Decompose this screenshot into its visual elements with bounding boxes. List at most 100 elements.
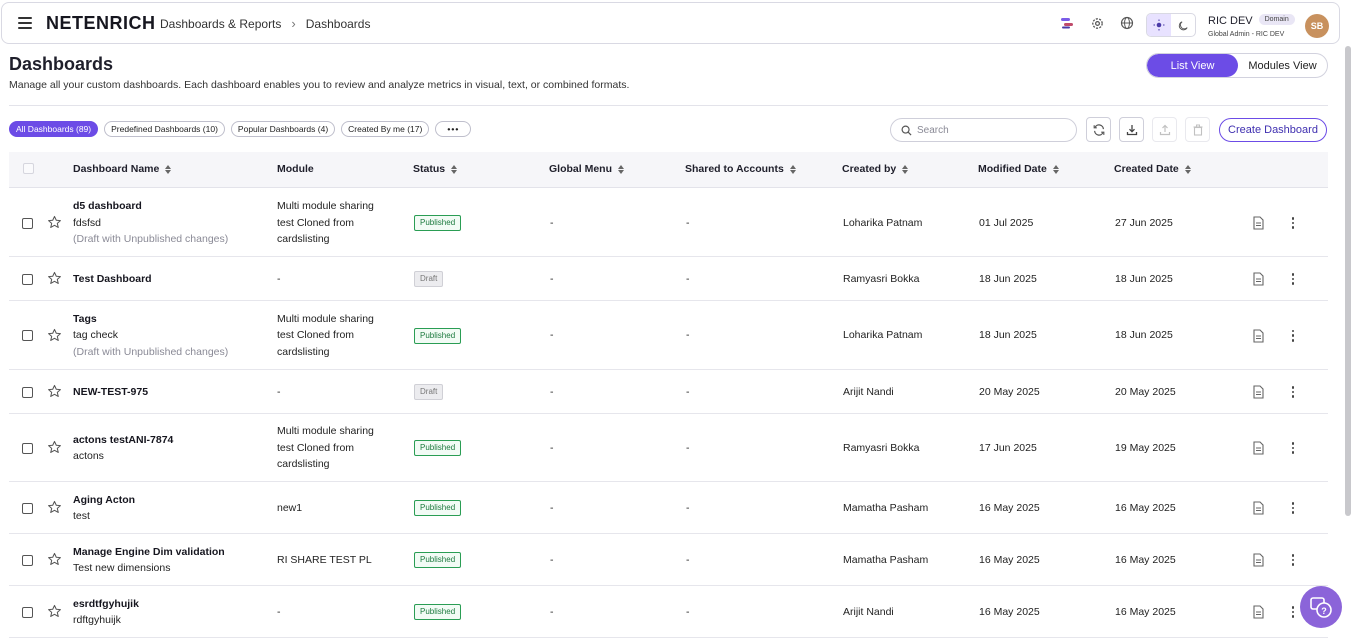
row-checkbox[interactable] [22,273,33,285]
document-icon[interactable] [1252,605,1266,619]
dashboard-name-link[interactable]: d5 dashboard [73,198,228,215]
select-all-checkbox[interactable] [23,163,34,174]
column-modified-date[interactable]: Modified Date [978,163,1059,175]
delete-button[interactable] [1185,117,1210,142]
draft-note: (Draft with Unpublished changes) [73,345,229,358]
row-checkbox[interactable] [22,386,33,398]
column-created-date[interactable]: Created Date [1114,163,1191,175]
sort-icon[interactable] [902,164,909,174]
theme-toggle[interactable] [1146,13,1196,37]
avatar[interactable]: SB [1305,14,1329,38]
column-created-by[interactable]: Created by [842,163,909,175]
dashboard-name-link[interactable]: Tags [73,311,228,328]
created-date-cell: 20 May 2025 [1115,385,1176,398]
dashboard-name-link[interactable]: Test Dashboard [73,271,152,288]
modules-view-button[interactable]: Modules View [1238,54,1327,77]
sort-icon[interactable] [1052,164,1059,174]
star-icon[interactable] [47,552,62,567]
download-button[interactable] [1119,117,1144,142]
row-checkbox[interactable] [22,330,33,341]
dashboard-description: fdsfsd [73,216,102,229]
module-line: Multi module sharing [277,200,374,213]
more-actions-icon[interactable] [1290,329,1296,343]
sort-icon[interactable] [789,164,796,174]
share-button[interactable] [1152,117,1177,142]
refresh-button[interactable] [1086,117,1111,142]
sort-icon[interactable] [451,164,458,174]
document-icon[interactable] [1252,272,1266,286]
status-badge: Published [414,440,462,456]
document-icon[interactable] [1252,328,1266,343]
star-icon[interactable] [47,440,62,455]
document-icon[interactable] [1252,385,1266,399]
menu-icon[interactable] [18,17,32,29]
user-info[interactable]: RIC DEV Domain Global Admin - RIC DEV [1208,11,1295,38]
shared-accounts-cell: - [686,553,690,566]
row-checkbox[interactable] [22,606,33,618]
module-cell: Multi module sharing test Cloned from card… [277,423,374,473]
sort-icon[interactable] [1184,164,1191,174]
modified-date-cell: 18 Jun 2025 [979,329,1037,342]
column-status[interactable]: Status [413,163,458,175]
row-checkbox[interactable] [22,554,33,566]
chip-popular-dashboards[interactable]: Popular Dashboards (4) [230,121,336,137]
more-actions-icon[interactable] [1290,605,1296,619]
dashboard-name-link[interactable]: Manage Engine Dim validation [73,544,225,561]
dashboard-name-link[interactable]: actons testANI-7874 [73,432,173,449]
created-by-cell: Ramyasri Bokka [843,441,920,454]
document-icon[interactable] [1252,441,1266,455]
dashboard-name-cell: Aging Acton test [73,492,135,525]
star-icon[interactable] [47,604,62,619]
gear-icon[interactable] [1089,15,1105,31]
chevron-right-icon: › [291,16,296,31]
document-icon[interactable] [1252,553,1266,567]
divider [9,105,1328,106]
globe-icon[interactable] [1119,15,1135,31]
star-icon[interactable] [47,384,62,399]
moon-icon[interactable] [1171,14,1195,36]
more-actions-icon[interactable] [1290,216,1296,230]
list-view-button[interactable]: List View [1147,54,1238,77]
chip-all-dashboards[interactable]: All Dashboards (89) [9,121,99,137]
module-cell: - [277,384,281,401]
column-global-menu[interactable]: Global Menu [549,163,624,175]
dashboard-name-link[interactable]: esrdtfgyhujik [73,596,139,613]
row-checkbox[interactable] [22,442,33,454]
more-chips-button[interactable]: ••• [435,121,472,137]
star-icon[interactable] [47,328,62,343]
page-subtitle: Manage all your custom dashboards. Each … [9,79,630,91]
chip-created-by-me[interactable]: Created By me (17) [341,121,430,137]
more-actions-icon[interactable] [1290,272,1296,286]
star-icon[interactable] [47,271,62,286]
draft-note: (Draft with Unpublished changes) [73,233,229,246]
breadcrumb-dashboards: Dashboards [305,16,371,31]
scrollbar[interactable] [1345,46,1351,516]
dashboard-name-cell: actons testANI-7874 actons [73,432,173,465]
dashboard-description: actons [73,450,104,462]
sun-icon[interactable] [1147,14,1171,36]
chip-predefined-dashboards[interactable]: Predefined Dashboards (10) [104,121,225,137]
more-actions-icon[interactable] [1290,441,1296,455]
dashboard-name-link[interactable]: Aging Acton [73,492,135,509]
create-dashboard-button[interactable]: Create Dashboard [1219,118,1327,142]
sort-icon[interactable] [165,164,172,174]
sort-icon[interactable] [618,164,624,174]
dashboard-name-link[interactable]: NEW-TEST-975 [73,384,148,401]
document-icon[interactable] [1252,216,1266,230]
star-icon[interactable] [47,500,62,515]
search-input[interactable] [917,124,1067,136]
row-checkbox[interactable] [22,217,33,229]
column-shared-to-accounts[interactable]: Shared to Accounts [685,163,796,175]
row-checkbox[interactable] [22,502,33,514]
dashboard-description: Test new dimensions [73,562,171,574]
column-dashboard-name[interactable]: Dashboard Name [73,163,172,175]
more-actions-icon[interactable] [1290,385,1296,399]
more-actions-icon[interactable] [1290,553,1296,567]
global-menu-cell: - [550,501,554,514]
document-icon[interactable] [1252,501,1266,515]
apps-switch-icon[interactable] [1059,15,1075,31]
star-icon[interactable] [47,215,62,230]
breadcrumb-dashboards-reports[interactable]: Dashboards & Reports [160,17,281,31]
help-button[interactable]: ? [1300,586,1342,628]
more-actions-icon[interactable] [1290,501,1296,515]
